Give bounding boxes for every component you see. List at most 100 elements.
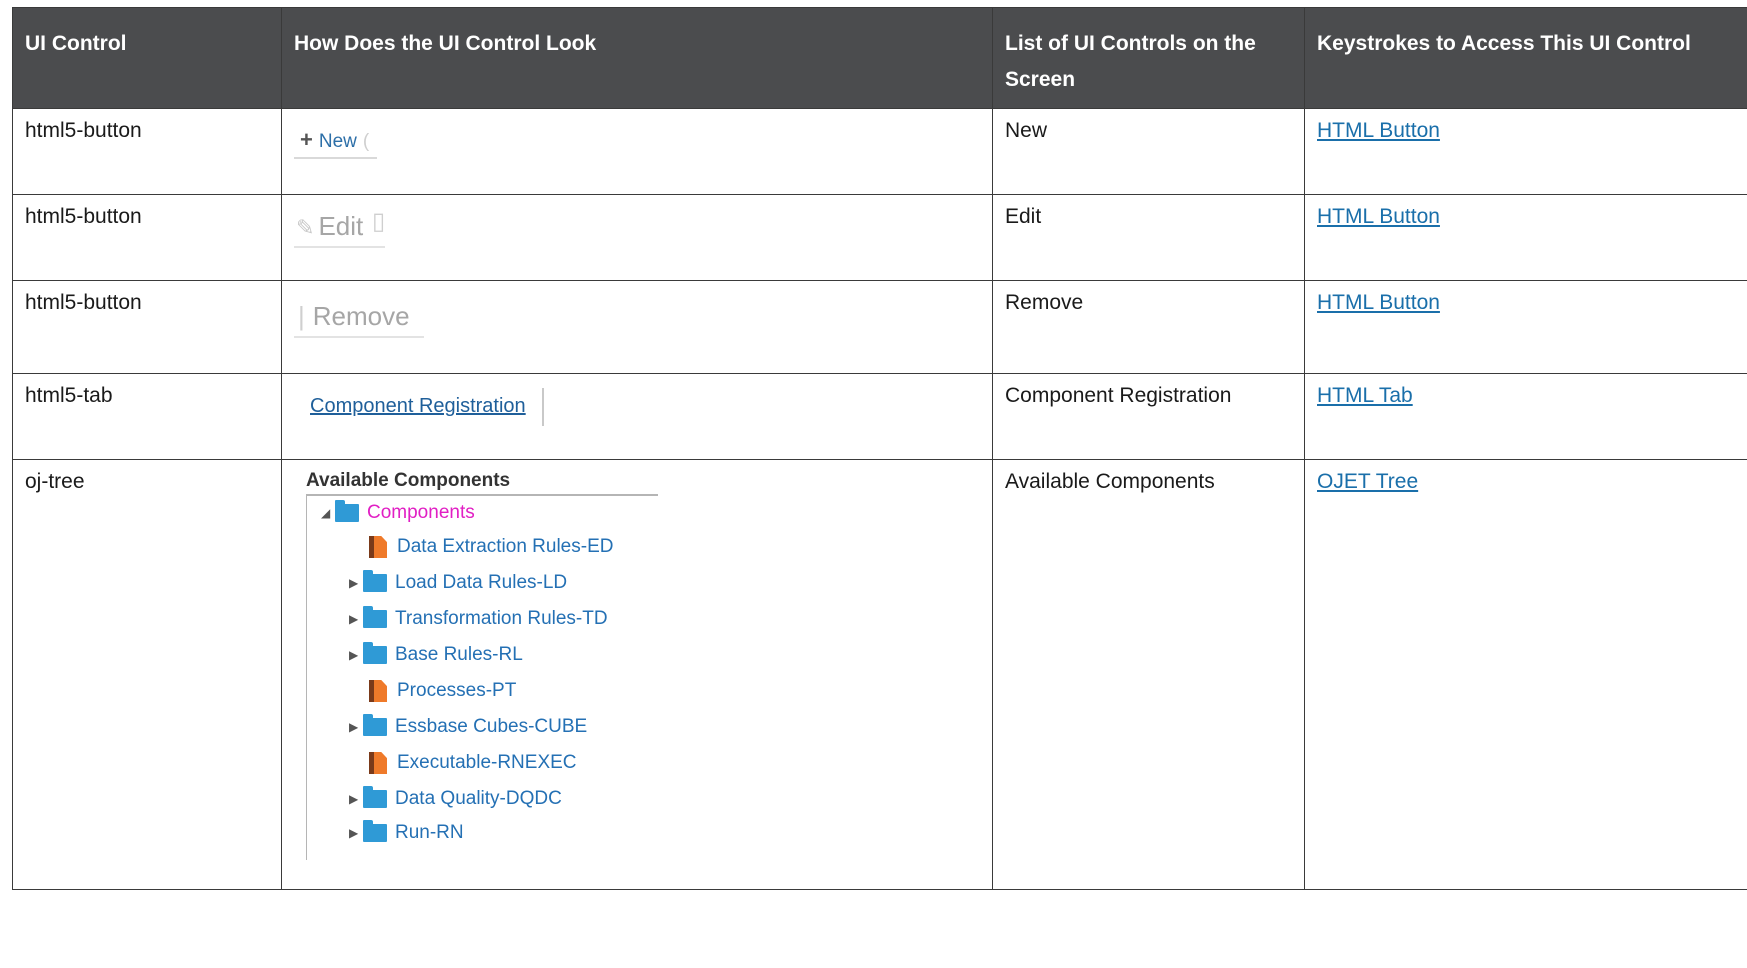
list-name-cell: Available Components — [992, 459, 1305, 890]
control-type-cell: html5-button — [12, 194, 282, 281]
ojet-tree-link[interactable]: OJET Tree — [1317, 470, 1418, 493]
keystroke-cell: HTML Button — [1304, 280, 1747, 374]
tree-node-label: Components — [367, 502, 475, 523]
edit-button-preview[interactable]: ✎ Edit ▯ — [294, 208, 386, 248]
header-ui-control: UI Control — [12, 7, 282, 109]
remove-button-preview[interactable]: | Remove — [294, 299, 424, 338]
folder-icon — [363, 606, 387, 628]
table-row: html5-tab Component Registration Compone… — [12, 373, 1747, 460]
html-button-link[interactable]: HTML Button — [1317, 205, 1440, 228]
list-name: Remove — [1005, 291, 1084, 314]
tab-label[interactable]: Component Registration — [310, 395, 526, 417]
expanded-triangle-icon[interactable]: ◢ — [321, 506, 335, 520]
list-name-cell: Remove — [992, 280, 1305, 374]
list-name: Available Components — [1005, 470, 1215, 493]
collapsed-triangle-icon[interactable]: ▶ — [349, 576, 363, 590]
trash-icon: | — [298, 301, 305, 331]
tree-body: ◢ Components Data Extraction Rules-ED ▶ … — [306, 496, 658, 860]
control-type: oj-tree — [25, 470, 85, 493]
header-look: How Does the UI Control Look — [281, 7, 993, 109]
table-row: html5-button | Remove Remove HTML Button — [12, 280, 1747, 374]
collapsed-triangle-icon[interactable]: ▶ — [349, 720, 363, 734]
table-row: html5-button ✎ Edit ▯ Edit HTML Button — [12, 194, 1747, 281]
tree-node-item[interactable]: ▶ Run-RN — [349, 818, 464, 848]
document-icon — [369, 680, 387, 702]
tree-node-item[interactable]: ▶ Load Data Rules-LD — [349, 568, 567, 598]
list-name-cell: Edit — [992, 194, 1305, 281]
pencil-icon: ✎ — [296, 215, 315, 240]
tree-node-item[interactable]: ▶ Transformation Rules-TD — [349, 604, 608, 634]
preview-cell: Component Registration — [281, 373, 993, 460]
collapsed-triangle-icon[interactable]: ▶ — [349, 826, 363, 840]
ui-controls-table-container: UI Control How Does the UI Control Look … — [12, 7, 1747, 968]
keystroke-cell: HTML Tab — [1304, 373, 1747, 460]
document-icon — [369, 536, 387, 558]
header-list-controls: List of UI Controls on the Screen — [992, 7, 1305, 109]
folder-icon — [335, 500, 359, 522]
collapsed-triangle-icon[interactable]: ▶ — [349, 612, 363, 626]
control-type: html5-button — [25, 119, 142, 142]
remove-button-label: Remove — [312, 301, 410, 331]
tree-node-label: Load Data Rules-LD — [395, 572, 568, 593]
folder-icon — [363, 786, 387, 808]
tree-node-label: Essbase Cubes-CUBE — [395, 716, 588, 737]
trash-icon: ▯ — [372, 208, 386, 235]
tree-node-label: Data Extraction Rules-ED — [397, 536, 614, 557]
collapsed-triangle-icon[interactable]: ▶ — [349, 648, 363, 662]
available-components-tree: Available Components ◢ Components Data E… — [306, 470, 658, 860]
document-icon — [369, 752, 387, 774]
header-keystrokes: Keystrokes to Access This UI Control — [1304, 7, 1747, 109]
tree-node-label: Base Rules-RL — [395, 644, 523, 665]
tree-node-label: Executable-RNEXEC — [397, 752, 577, 773]
table-row: html5-button + New( New HTML Button — [12, 108, 1747, 195]
preview-cell: Available Components ◢ Components Data E… — [281, 459, 993, 890]
control-type: html5-button — [25, 205, 142, 228]
html-tab-link[interactable]: HTML Tab — [1317, 384, 1413, 407]
list-name: Component Registration — [1005, 384, 1232, 407]
keystroke-cell: OJET Tree — [1304, 459, 1747, 890]
tab-component-registration[interactable]: Component Registration — [310, 388, 544, 426]
keystroke-cell: HTML Button — [1304, 194, 1747, 281]
tree-node-label: Run-RN — [395, 822, 464, 843]
tree-node-root[interactable]: ◢ Components — [321, 498, 475, 528]
new-button-label: New — [318, 131, 357, 152]
folder-icon — [363, 714, 387, 736]
preview-cell: | Remove — [281, 280, 993, 374]
tree-node-item[interactable]: ▶ Data Quality-DQDC — [349, 784, 562, 814]
edit-button-label: Edit — [318, 211, 364, 241]
html-button-link[interactable]: HTML Button — [1317, 119, 1440, 142]
html-button-link[interactable]: HTML Button — [1317, 291, 1440, 314]
folder-icon — [363, 642, 387, 664]
tree-node-label: Data Quality-DQDC — [395, 788, 562, 809]
control-type: html5-button — [25, 291, 142, 314]
control-type-cell: html5-button — [12, 280, 282, 374]
keystroke-cell: HTML Button — [1304, 108, 1747, 195]
folder-icon — [363, 570, 387, 592]
tree-node-label: Transformation Rules-TD — [395, 608, 608, 629]
control-type: html5-tab — [25, 384, 113, 407]
tree-node-label: Processes-PT — [397, 680, 517, 701]
new-button-preview[interactable]: + New( — [294, 125, 378, 159]
control-type-cell: html5-tab — [12, 373, 282, 460]
list-name-cell: Component Registration — [992, 373, 1305, 460]
tree-node-item[interactable]: Processes-PT — [369, 676, 516, 706]
folder-icon — [363, 820, 387, 842]
ui-controls-table: UI Control How Does the UI Control Look … — [12, 7, 1747, 890]
tree-node-item[interactable]: Data Extraction Rules-ED — [369, 532, 613, 562]
tree-node-item[interactable]: Executable-RNEXEC — [369, 748, 577, 778]
preview-cell: ✎ Edit ▯ — [281, 194, 993, 281]
collapsed-triangle-icon[interactable]: ▶ — [349, 792, 363, 806]
list-name: Edit — [1005, 205, 1042, 228]
control-type-cell: oj-tree — [12, 459, 282, 890]
tree-node-item[interactable]: ▶ Base Rules-RL — [349, 640, 523, 670]
table-header-row: UI Control How Does the UI Control Look … — [12, 7, 1747, 109]
table-row: oj-tree Available Components ◢ Component… — [12, 459, 1747, 890]
separator-icon: ( — [362, 131, 370, 152]
tree-node-item[interactable]: ▶ Essbase Cubes-CUBE — [349, 712, 587, 742]
tree-title: Available Components — [306, 470, 658, 496]
plus-icon: + — [300, 127, 313, 152]
list-name: New — [1005, 119, 1048, 142]
list-name-cell: New — [992, 108, 1305, 195]
preview-cell: + New( — [281, 108, 993, 195]
control-type-cell: html5-button — [12, 108, 282, 195]
